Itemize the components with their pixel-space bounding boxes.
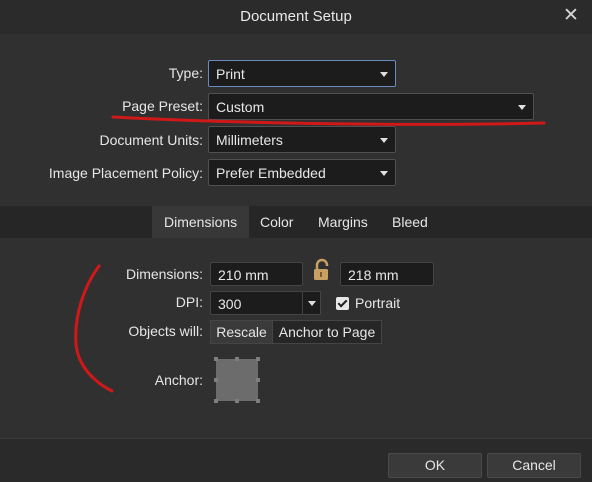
- document-units-value: Millimeters: [216, 132, 283, 148]
- type-value: Print: [216, 66, 245, 82]
- chevron-down-icon: [380, 171, 388, 176]
- dpi-label: DPI:: [175, 294, 203, 310]
- dpi-field[interactable]: 300: [210, 291, 303, 315]
- type-label: Type:: [168, 65, 203, 81]
- ok-button[interactable]: OK: [388, 453, 482, 478]
- dialog-title: Document Setup: [240, 8, 352, 25]
- image-placement-value: Prefer Embedded: [216, 165, 326, 181]
- document-settings: Type: Print Page Preset: Custom Document…: [0, 34, 592, 206]
- close-icon[interactable]: ✕: [560, 5, 582, 27]
- image-placement-dropdown[interactable]: Prefer Embedded: [208, 159, 396, 186]
- chevron-down-icon: [518, 105, 526, 110]
- anchor-label: Anchor:: [154, 372, 203, 388]
- width-field[interactable]: 210 mm: [210, 262, 303, 286]
- page-preset-value: Custom: [216, 99, 265, 115]
- rescale-button[interactable]: Rescale: [210, 320, 273, 344]
- cancel-button[interactable]: Cancel: [487, 453, 581, 478]
- title-bar: Document Setup ✕: [0, 0, 592, 34]
- image-placement-label: Image Placement Policy:: [48, 165, 203, 181]
- padlock-icon[interactable]: [311, 258, 333, 282]
- chevron-down-icon: [380, 72, 388, 77]
- tab-bleed[interactable]: Bleed: [380, 206, 440, 238]
- dpi-value: 300: [218, 296, 242, 312]
- document-units-label: Document Units:: [99, 132, 203, 148]
- tab-margins[interactable]: Margins: [306, 206, 380, 238]
- chevron-down-icon: [380, 138, 388, 143]
- chevron-down-icon: [308, 301, 316, 306]
- dimensions-panel: Dimensions: 210 mm 218 mm DPI: 300 Portr…: [0, 238, 592, 438]
- tab-dimensions[interactable]: Dimensions: [152, 206, 250, 238]
- width-value: 210 mm: [218, 267, 269, 283]
- settings-tabs: Dimensions Color Margins Bleed: [0, 206, 592, 238]
- portrait-label: Portrait: [355, 295, 401, 311]
- anchor-selector[interactable]: [212, 355, 262, 405]
- height-value: 218 mm: [348, 267, 399, 283]
- objects-will-label: Objects will:: [128, 323, 203, 339]
- dpi-dropdown-button[interactable]: [303, 291, 321, 315]
- dialog-footer: OK Cancel: [0, 438, 592, 482]
- page-preset-dropdown[interactable]: Custom: [208, 93, 534, 120]
- tab-color[interactable]: Color: [248, 206, 305, 238]
- dimensions-label: Dimensions:: [125, 266, 203, 282]
- type-dropdown[interactable]: Print: [208, 60, 396, 87]
- page-preset-label: Page Preset:: [122, 98, 203, 114]
- document-units-dropdown[interactable]: Millimeters: [208, 126, 396, 153]
- height-field[interactable]: 218 mm: [340, 262, 434, 286]
- portrait-checkbox[interactable]: [336, 297, 349, 310]
- anchor-to-page-button[interactable]: Anchor to Page: [272, 320, 382, 344]
